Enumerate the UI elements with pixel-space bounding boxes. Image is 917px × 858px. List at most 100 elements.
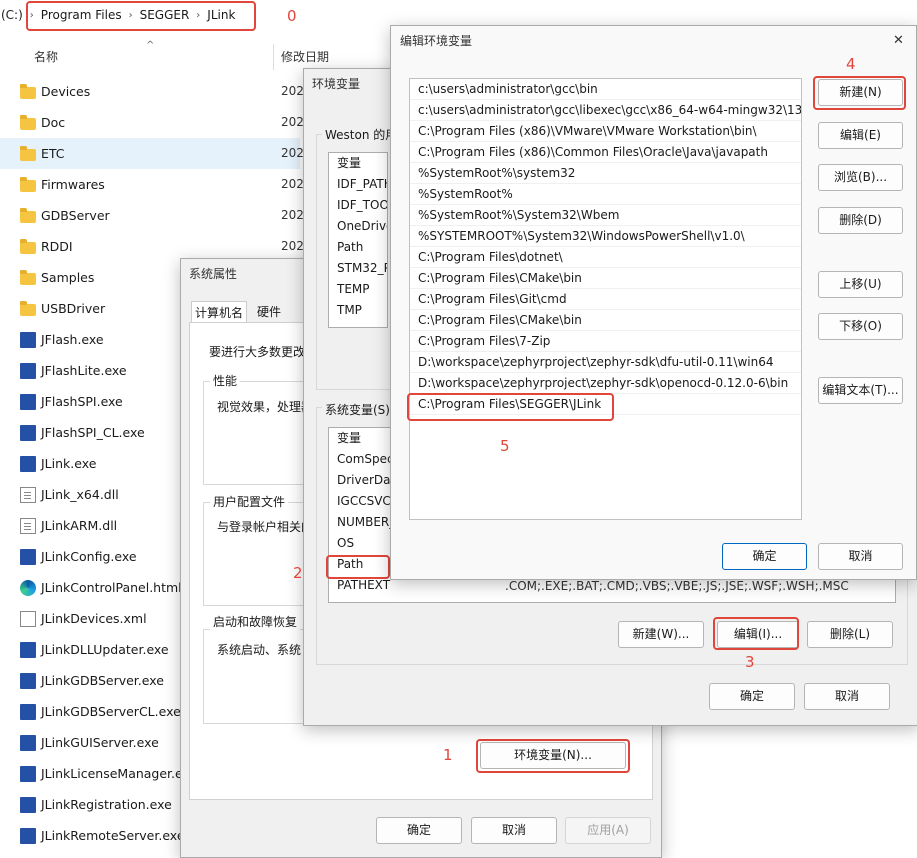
list-item[interactable]: Doc [0,107,300,138]
column-header-date[interactable]: 修改日期 [281,48,329,70]
cancel-button[interactable]: 取消 [804,683,890,710]
file-date: 202 [281,84,304,98]
path-browse-button[interactable]: 浏览(B)... [818,164,903,191]
column-header-name[interactable]: 名称 [34,48,58,70]
path-entry[interactable]: C:\Program Files\CMake\bin [410,268,801,289]
intro-text: 要进行大多数更改 [209,345,306,359]
annotation-box-0 [26,1,256,31]
file-name: JLink.exe [41,456,97,471]
performance-text: 视觉效果，处理器 [217,400,314,414]
annotation-2: 2 [293,564,303,582]
folder-icon [20,145,36,161]
file-name: Firmwares [41,177,105,192]
file-name: JLinkConfig.exe [41,549,137,564]
path-list[interactable]: c:\users\administrator\gcc\bin c:\users\a… [409,78,802,520]
folder-icon [20,207,36,223]
folder-icon [20,114,36,130]
user-vars-list[interactable]: 变量 IDF_PATHIDF_TOOLOneDrivePathSTM32_PRT… [328,152,388,328]
exe-icon [20,827,36,844]
exe-icon [20,393,36,410]
folder-icon [20,238,36,254]
path-entry[interactable]: D:\workspace\zephyrproject\zephyr-sdk\df… [410,352,801,373]
folder-icon [20,176,36,192]
dll-icon [20,517,36,534]
file-name: JLinkGDBServerCL.exe [41,704,181,719]
column-divider [273,44,274,70]
ok-button[interactable]: 确定 [722,543,807,570]
folder-icon [20,269,36,285]
file-date: 202 [281,115,304,129]
new-variable-button[interactable]: 新建(W)... [618,621,704,648]
path-entry[interactable]: C:\Program Files (x86)\VMware\VMware Wor… [410,121,801,142]
ok-button[interactable]: 确定 [376,817,462,844]
file-name: JLinkARM.dll [41,518,118,533]
list-item[interactable]: Devices [0,76,300,107]
path-entry[interactable]: %SystemRoot%\System32\Wbem [410,205,801,226]
list-header[interactable]: 变量 [329,153,387,174]
annotation-box-4 [813,76,906,110]
path-entry[interactable]: D:\workspace\zephyrproject\zephyr-sdk\op… [410,373,801,394]
annotation-5: 5 [500,437,510,455]
file-name: JFlash.exe [41,332,104,347]
path-entry[interactable]: C:\Program Files (x86)\Common Files\Orac… [410,142,801,163]
variable-row[interactable]: IDF_PATH [329,174,387,195]
variable-row[interactable]: Path [329,237,387,258]
startup-text: 系统启动、系统 [217,643,302,657]
window-title: 编辑环境变量 [400,34,473,48]
variable-row[interactable]: OneDrive [329,216,387,237]
apply-button[interactable]: 应用(A) [565,817,651,844]
cancel-button[interactable]: 取消 [471,817,557,844]
file-name: JFlashLite.exe [41,363,127,378]
annotation-0: 0 [287,7,297,25]
tab-hardware[interactable]: 硬件 [249,301,289,323]
variable-row[interactable]: TMP [329,300,387,321]
path-entry[interactable]: C:\Program Files\7-Zip [410,331,801,352]
cancel-button[interactable]: 取消 [818,543,903,570]
path-entry[interactable]: c:\users\administrator\gcc\bin [410,79,801,100]
path-entry[interactable]: C:\Program Files\CMake\bin [410,310,801,331]
exe-icon [20,548,36,565]
variable-row[interactable]: TEMP [329,279,387,300]
file-name: JLink_x64.dll [41,487,119,502]
delete-variable-button[interactable]: 删除(L) [807,621,893,648]
tab-computer-name[interactable]: 计算机名 [191,301,247,323]
path-edit-button[interactable]: 编辑(E) [818,122,903,149]
edit-environment-variable-window: 编辑环境变量 ✕ c:\users\administrator\gcc\bin c… [390,25,917,580]
file-name: GDBServer [41,208,110,223]
exe-icon [20,641,36,658]
list-item[interactable]: GDBServer [0,200,300,231]
list-item[interactable]: ETC [0,138,300,169]
annotation-3: 3 [745,653,755,671]
variable-row[interactable]: STM32_PR [329,258,387,279]
path-delete-button[interactable]: 删除(D) [818,207,903,234]
close-icon[interactable]: ✕ [893,33,904,48]
path-entry[interactable]: C:\Program Files\Git\cmd [410,289,801,310]
path-edit-text-button[interactable]: 编辑文本(T)... [818,377,903,404]
annotation-box-5 [407,393,614,421]
file-name: JLinkDLLUpdater.exe [41,642,169,657]
path-entry[interactable]: c:\users\administrator\gcc\libexec\gcc\x… [410,100,801,121]
list-item[interactable]: Firmwares [0,169,300,200]
profile-text: 与登录帐户相关的 [217,520,314,534]
path-entry[interactable]: %SYSTEMROOT%\System32\WindowsPowerShell\… [410,226,801,247]
ok-button[interactable]: 确定 [709,683,795,710]
breadcrumb-drive[interactable]: (C:) [1,8,23,22]
exe-icon [20,424,36,441]
exe-icon [20,331,36,348]
annotation-1: 1 [443,746,453,764]
path-entry[interactable]: %SystemRoot% [410,184,801,205]
path-entry[interactable]: C:\Program Files\dotnet\ [410,247,801,268]
path-entry[interactable]: %SystemRoot%\system32 [410,163,801,184]
sort-up-icon: ^ [146,40,155,51]
file-name: Doc [41,115,66,130]
file-name: JLinkLicenseManager.exe [41,766,198,781]
annotation-box-3 [713,617,799,650]
path-move-down-button[interactable]: 下移(O) [818,313,903,340]
exe-icon [20,734,36,751]
path-move-up-button[interactable]: 上移(U) [818,271,903,298]
folder-icon [20,300,36,316]
file-date: 202 [281,208,304,222]
file-name: RDDI [41,239,73,254]
file-name: ETC [41,146,65,161]
variable-row[interactable]: IDF_TOOL [329,195,387,216]
